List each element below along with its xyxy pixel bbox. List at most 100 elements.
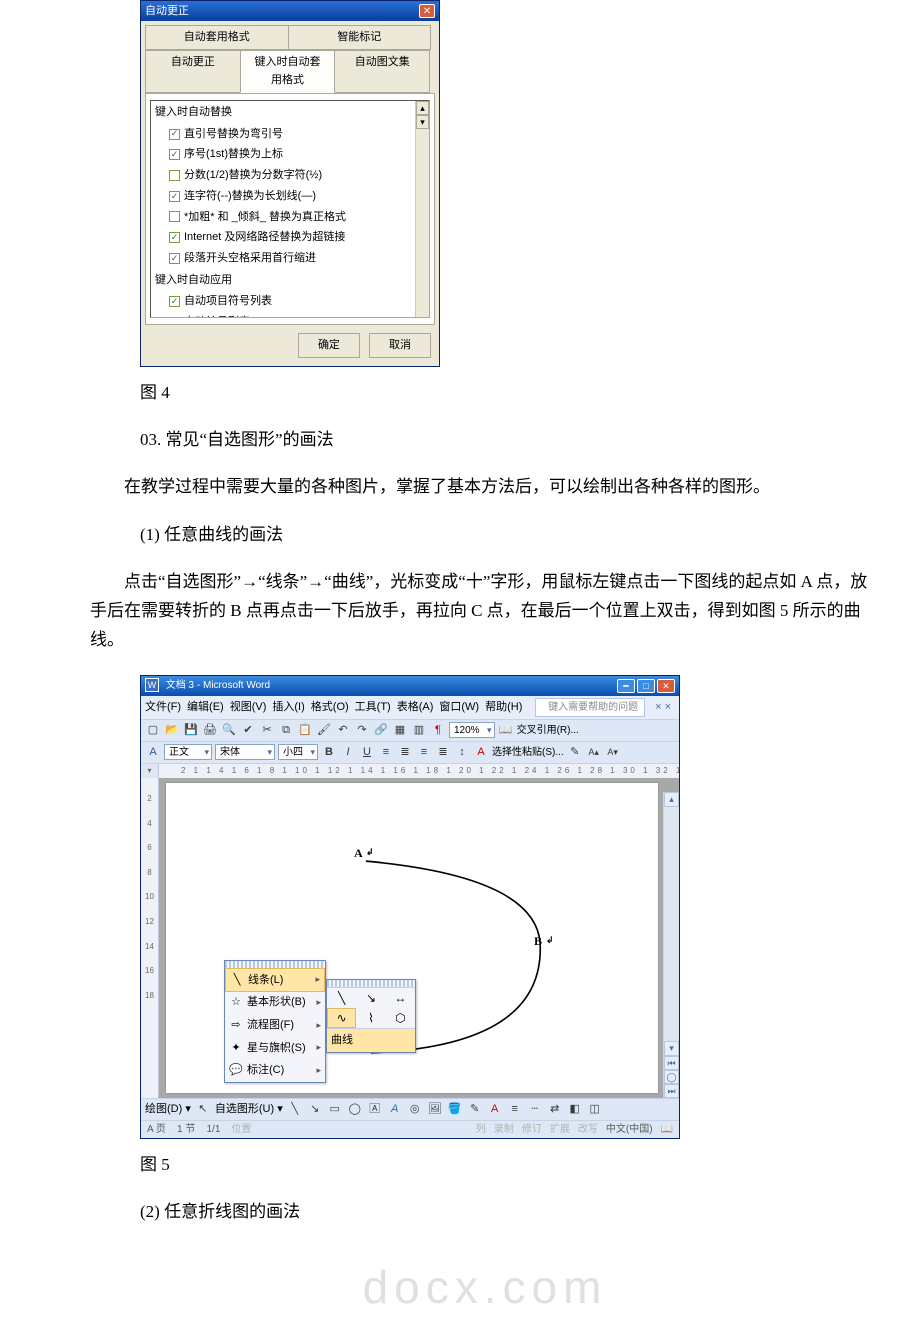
scroll-down-icon[interactable]: ▾ (416, 115, 429, 129)
menu-item-callouts[interactable]: 💬 标注(C) ▸ (225, 1059, 325, 1082)
vertical-ruler[interactable]: 2 4 6 8 10 12 14 16 18 (141, 778, 159, 1098)
menu-insert[interactable]: 插入(I) (272, 698, 304, 717)
redo-icon[interactable]: ↷ (354, 722, 370, 738)
checkbox-icon[interactable] (169, 170, 180, 181)
wordart-icon[interactable]: A (387, 1101, 403, 1117)
list-item[interactable]: ✓直引号替换为弯引号 (151, 124, 429, 145)
spellcheck-icon[interactable]: ✔ (240, 722, 256, 738)
options-list[interactable]: 键入时自动替换 ✓直引号替换为弯引号 ✓序号(1st)替换为上标 分数(1/2)… (150, 100, 430, 318)
grow-font-icon[interactable]: A▴ (586, 744, 602, 760)
close-icon[interactable]: ✕ (657, 679, 675, 693)
font-color-icon[interactable]: A (473, 744, 489, 760)
scroll-up-icon[interactable]: ▴ (664, 792, 679, 807)
browse-object-icon[interactable]: ◯ (664, 1070, 679, 1084)
font-select[interactable]: 宋体 (215, 744, 275, 760)
copy-icon[interactable]: ⧉ (278, 722, 294, 738)
language-indicator[interactable]: 中文(中国) (606, 1121, 653, 1138)
menu-item-stars[interactable]: ✦ 星与旗帜(S) ▸ (225, 1037, 325, 1060)
select-objects-icon[interactable]: ↖ (195, 1101, 211, 1117)
checkbox-icon[interactable]: ✓ (169, 149, 180, 160)
italic-icon[interactable]: I (340, 744, 356, 760)
fill-color-icon[interactable]: 🪣 (447, 1101, 463, 1117)
checkbox-icon[interactable]: ✓ (169, 317, 180, 318)
lines-submenu[interactable]: ╲ ↘ ↔ ∿ ⌇ ⬡ 曲线 (326, 979, 416, 1053)
diagram-icon[interactable]: ◎ (407, 1101, 423, 1117)
window-titlebar[interactable]: W 文档 3 - Microsoft Word ━ □ ✕ (141, 676, 679, 696)
read-layout-icon[interactable]: 📖 (498, 722, 514, 738)
line-style-icon[interactable]: ≡ (507, 1101, 523, 1117)
style-select[interactable]: 正文 (164, 744, 212, 760)
scroll-up-icon[interactable]: ▴ (416, 101, 429, 115)
prev-page-icon[interactable]: ⏮ (664, 1056, 679, 1070)
new-doc-icon[interactable]: ▢ (145, 722, 161, 738)
ruler-corner-icon[interactable]: ▾ (141, 764, 159, 778)
menu-help[interactable]: 帮助(H) (485, 698, 522, 717)
line-spacing-icon[interactable]: ↕ (454, 744, 470, 760)
shadow-icon[interactable]: ◧ (567, 1101, 583, 1117)
tab-autoformat[interactable]: 自动套用格式 (145, 25, 289, 50)
highlight-icon[interactable]: ✎ (567, 744, 583, 760)
list-item[interactable]: ✓序号(1st)替换为上标 (151, 144, 429, 165)
line-tool-icon[interactable]: ╲ (327, 988, 356, 1008)
tab-autotext[interactable]: 自动图文集 (334, 50, 430, 93)
rectangle-icon[interactable]: ▭ (327, 1101, 343, 1117)
menu-grip-icon[interactable] (327, 980, 415, 988)
textbox-icon[interactable]: 🄰 (367, 1101, 383, 1117)
freeform-tool-icon[interactable]: ⌇ (356, 1008, 385, 1028)
autoshapes-button[interactable]: 自选图形(U) ▾ (215, 1100, 283, 1119)
paste-icon[interactable]: 📋 (297, 722, 313, 738)
menu-format[interactable]: 格式(O) (311, 698, 349, 717)
curve-tool-icon[interactable]: ∿ (327, 1008, 356, 1028)
close-icon[interactable]: ✕ (419, 4, 435, 18)
horizontal-ruler[interactable]: ▾ 2 1 1 4 1 6 1 8 1 10 1 12 1 14 1 16 1 … (141, 764, 679, 778)
vertical-scrollbar[interactable]: ▴ ▾ ⏮ ◯ ⏭ (663, 792, 679, 1098)
align-center-icon[interactable]: ≣ (397, 744, 413, 760)
draw-menu-button[interactable]: 绘图(D) ▾ (145, 1100, 191, 1119)
autoshapes-menu[interactable]: ╲ 线条(L) ▸ ☆ 基本形状(B) ▸ ⇨ 流程图(F) ▸ (224, 960, 326, 1083)
shrink-font-icon[interactable]: A▾ (605, 744, 621, 760)
list-item[interactable]: ✓Internet 及网络路径替换为超链接 (151, 227, 429, 248)
bold-icon[interactable]: B (321, 744, 337, 760)
columns-icon[interactable]: ▥ (411, 722, 427, 738)
next-page-icon[interactable]: ⏭ (664, 1084, 679, 1098)
tab-smarttags[interactable]: 智能标记 (288, 25, 432, 50)
fontsize-select[interactable]: 小四 (278, 744, 318, 760)
checkbox-icon[interactable]: ✓ (169, 129, 180, 140)
checkbox-icon[interactable]: ✓ (169, 253, 180, 264)
dialog-titlebar[interactable]: 自动更正 ✕ (141, 1, 439, 21)
menu-table[interactable]: 表格(A) (397, 698, 434, 717)
crossref-button[interactable]: 交叉引用(R)... (517, 722, 579, 739)
double-arrow-tool-icon[interactable]: ↔ (386, 988, 415, 1008)
list-item[interactable]: ✓连字符(--)替换为长划线(—) (151, 186, 429, 207)
checkbox-icon[interactable]: ✓ (169, 296, 180, 307)
format-painter-icon[interactable]: 🖌 (316, 722, 332, 738)
menu-file[interactable]: 文件(F) (145, 698, 181, 717)
cancel-button[interactable]: 取消 (369, 333, 431, 358)
menu-item-lines[interactable]: ╲ 线条(L) ▸ (225, 968, 325, 993)
dash-style-icon[interactable]: ┄ (527, 1101, 543, 1117)
print-icon[interactable]: 🖨 (202, 722, 218, 738)
list-item[interactable]: ✓自动编号列表 (151, 312, 429, 318)
open-icon[interactable]: 📂 (164, 722, 180, 738)
list-item[interactable]: ✓段落开头空格采用首行缩进 (151, 248, 429, 269)
tab-autoformat-typing[interactable]: 键入时自动套用格式 (240, 50, 336, 93)
status-ext[interactable]: 扩展 (550, 1121, 570, 1138)
menu-tools[interactable]: 工具(T) (355, 698, 391, 717)
minimize-icon[interactable]: ━ (617, 679, 635, 693)
tab-autocorrect[interactable]: 自动更正 (145, 50, 241, 93)
arrow-icon[interactable]: ↘ (307, 1101, 323, 1117)
menu-item-flowchart[interactable]: ⇨ 流程图(F) ▸ (225, 1014, 325, 1037)
checkbox-icon[interactable]: ✓ (169, 191, 180, 202)
scrollbar[interactable]: ▴ ▾ (415, 101, 429, 317)
paste-special-button[interactable]: 选择性粘贴(S)... (492, 744, 564, 761)
arrow-tool-icon[interactable]: ↘ (356, 988, 385, 1008)
cut-icon[interactable]: ✂ (259, 722, 275, 738)
clipart-icon[interactable]: 🖼 (427, 1101, 443, 1117)
checkbox-icon[interactable] (169, 211, 180, 222)
align-left-icon[interactable]: ≡ (378, 744, 394, 760)
doc-close-icon[interactable]: × × (651, 698, 675, 717)
line-color-icon[interactable]: ✎ (467, 1101, 483, 1117)
3d-icon[interactable]: ◫ (587, 1101, 603, 1117)
maximize-icon[interactable]: □ (637, 679, 655, 693)
book-icon[interactable]: 📖 (661, 1121, 673, 1138)
